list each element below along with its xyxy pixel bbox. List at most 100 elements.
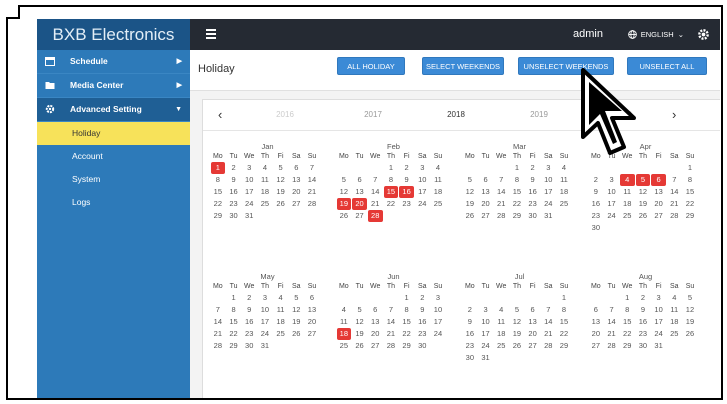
calendar-day[interactable]: 26 (682, 328, 698, 340)
calendar-day[interactable]: 12 (462, 186, 478, 198)
calendar-day[interactable]: 29 (509, 210, 525, 222)
calendar-day[interactable]: 11 (556, 174, 572, 186)
sidebar-item-schedule[interactable]: Schedule ▶ (37, 50, 190, 74)
calendar-day[interactable]: 7 (493, 174, 509, 186)
calendar-day[interactable]: 27 (304, 328, 320, 340)
calendar-day[interactable]: 20 (304, 316, 320, 328)
calendar-day[interactable]: 4 (556, 162, 572, 174)
calendar-day[interactable]: 8 (682, 174, 698, 186)
sidebar-item-media-center[interactable]: Media Center ▶ (37, 74, 190, 98)
calendar-day[interactable]: 15 (399, 316, 415, 328)
calendar-day[interactable]: 5 (273, 162, 289, 174)
year-option[interactable]: 2016 (255, 100, 315, 130)
calendar-day[interactable]: 4 (273, 292, 289, 304)
calendar-day[interactable]: 13 (367, 316, 383, 328)
calendar-day[interactable]: 29 (682, 210, 698, 222)
calendar-day[interactable]: 24 (241, 198, 257, 210)
calendar-day[interactable]: 16 (588, 198, 604, 210)
menu-icon[interactable] (206, 29, 216, 39)
sidebar-sub-system[interactable]: System (37, 168, 190, 191)
calendar-day[interactable]: 13 (304, 304, 320, 316)
calendar-day[interactable]: 6 (588, 304, 604, 316)
holiday-day[interactable]: 4 (619, 174, 635, 186)
calendar-day[interactable]: 15 (619, 316, 635, 328)
calendar-day[interactable]: 30 (414, 340, 430, 352)
calendar-day[interactable]: 21 (604, 328, 620, 340)
calendar-day[interactable]: 6 (352, 174, 368, 186)
calendar-day[interactable]: 2 (399, 162, 415, 174)
calendar-day[interactable]: 20 (525, 328, 541, 340)
calendar-day[interactable]: 11 (666, 304, 682, 316)
holiday-day[interactable]: 6 (651, 174, 666, 186)
calendar-day[interactable]: 25 (273, 328, 289, 340)
calendar-day[interactable]: 18 (257, 186, 273, 198)
sidebar-sub-account[interactable]: Account (37, 145, 190, 168)
calendar-day[interactable]: 4 (257, 162, 273, 174)
calendar-day[interactable]: 6 (525, 304, 541, 316)
calendar-day[interactable]: 7 (304, 162, 320, 174)
holiday-day[interactable]: 1 (210, 162, 226, 174)
calendar-day[interactable]: 12 (336, 186, 352, 198)
calendar-day[interactable]: 3 (540, 162, 556, 174)
holiday-day[interactable]: 15 (383, 186, 399, 198)
calendar-day[interactable]: 11 (273, 304, 289, 316)
calendar-day[interactable]: 19 (509, 328, 525, 340)
calendar-day[interactable]: 31 (257, 340, 273, 352)
calendar-day[interactable]: 7 (383, 304, 399, 316)
calendar-day[interactable]: 9 (525, 174, 541, 186)
calendar-day[interactable]: 22 (399, 328, 415, 340)
calendar-day[interactable]: 21 (540, 328, 556, 340)
calendar-day[interactable]: 1 (556, 292, 572, 304)
calendar-day[interactable]: 25 (556, 198, 572, 210)
calendar-day[interactable]: 24 (478, 340, 494, 352)
calendar-day[interactable]: 13 (478, 186, 494, 198)
calendar-day[interactable]: 19 (273, 186, 289, 198)
calendar-day[interactable]: 30 (241, 340, 257, 352)
calendar-day[interactable]: 26 (509, 340, 525, 352)
calendar-day[interactable]: 1 (619, 292, 635, 304)
calendar-day[interactable]: 5 (462, 174, 478, 186)
calendar-day[interactable]: 23 (525, 198, 541, 210)
calendar-day[interactable]: 25 (336, 340, 352, 352)
calendar-day[interactable]: 1 (383, 162, 399, 174)
calendar-day[interactable]: 31 (478, 352, 494, 364)
calendar-day[interactable]: 3 (604, 174, 620, 186)
calendar-day[interactable]: 7 (666, 174, 682, 186)
calendar-day[interactable]: 27 (588, 340, 604, 352)
calendar-day[interactable]: 29 (399, 340, 415, 352)
calendar-day[interactable]: 31 (241, 210, 257, 222)
calendar-day[interactable]: 28 (383, 340, 399, 352)
language-selector[interactable]: ENGLISH ⌄ (627, 19, 684, 50)
calendar-day[interactable]: 22 (226, 328, 242, 340)
calendar-day[interactable]: 6 (478, 174, 494, 186)
calendar-day[interactable]: 2 (241, 292, 257, 304)
calendar-day[interactable]: 25 (619, 210, 635, 222)
calendar-day[interactable]: 19 (462, 198, 478, 210)
calendar-day[interactable]: 3 (430, 292, 446, 304)
calendar-day[interactable]: 5 (352, 304, 368, 316)
calendar-day[interactable]: 14 (383, 316, 399, 328)
calendar-day[interactable]: 17 (478, 328, 494, 340)
user-name[interactable]: admin (573, 19, 603, 50)
calendar-day[interactable]: 19 (352, 328, 368, 340)
calendar-day[interactable]: 18 (273, 316, 289, 328)
calendar-day[interactable]: 17 (651, 316, 667, 328)
calendar-day[interactable]: 13 (525, 316, 541, 328)
calendar-day[interactable]: 22 (210, 198, 226, 210)
calendar-day[interactable]: 26 (352, 340, 368, 352)
calendar-day[interactable]: 31 (651, 340, 667, 352)
calendar-day[interactable]: 24 (604, 210, 620, 222)
calendar-day[interactable]: 12 (682, 304, 698, 316)
calendar-day[interactable]: 9 (399, 174, 415, 186)
calendar-day[interactable]: 7 (540, 304, 556, 316)
holiday-day[interactable]: 19 (336, 198, 352, 210)
calendar-day[interactable]: 12 (509, 316, 525, 328)
calendar-day[interactable]: 23 (414, 328, 430, 340)
calendar-day[interactable]: 14 (493, 186, 509, 198)
calendar-day[interactable]: 27 (525, 340, 541, 352)
calendar-day[interactable]: 22 (383, 198, 399, 210)
calendar-day[interactable]: 13 (352, 186, 368, 198)
calendar-day[interactable]: 1 (682, 162, 698, 174)
calendar-day[interactable]: 4 (666, 292, 682, 304)
calendar-day[interactable]: 23 (226, 198, 242, 210)
